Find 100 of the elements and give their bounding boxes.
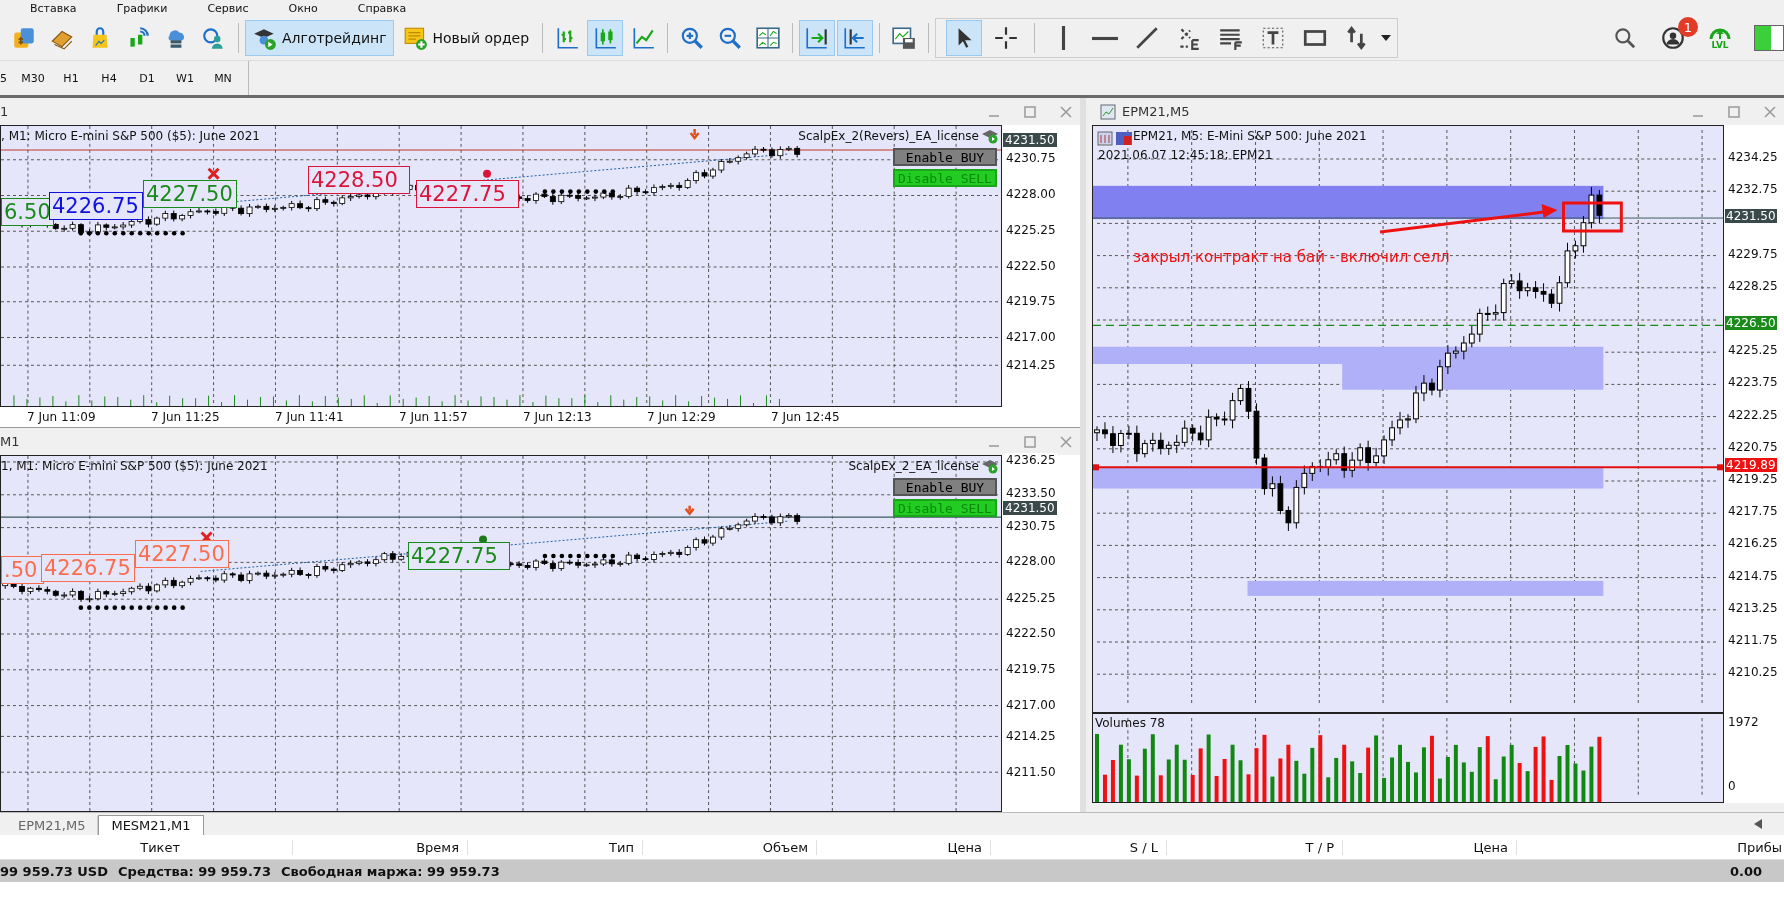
chart-timestamp: 2021.06.07 12:45:18; EPM21 [1098,148,1273,162]
price-label: .50 [1,556,44,584]
chart-info: , M1: Micro E-mini S&P 500 ($5): June 2021 [1,129,260,143]
menu-item[interactable]: Графики [116,1,168,15]
highlight-frame [1562,201,1623,233]
price-label: 4227.75 [408,542,510,570]
window-title: 1 [0,104,9,119]
price-label: 4227.75 [416,180,519,208]
price-tag: 4219.89 [1725,458,1777,473]
enable-buy-button[interactable]: Enable BUY [893,148,997,166]
column-header: Тип [468,839,643,855]
price-axis-label: 4214.25 [1005,729,1057,743]
price-label: 6.50 [1,198,54,226]
candlestick-button[interactable] [587,20,624,56]
menu-item[interactable]: Справка [357,1,407,15]
column-header: Прибы [1736,839,1783,855]
chart-tools-icon [1097,130,1133,146]
price-axis-label: 4234.25 [1727,150,1779,164]
price-axis-label: 4230.75 [1005,519,1057,533]
price-label: 4227.50 [143,180,237,208]
time-axis-label: 7 Jun 12:13 [523,410,592,424]
autoscroll-button[interactable] [799,20,836,56]
timeframe-button[interactable]: H1 [52,71,90,85]
menu-item[interactable]: Сервис [207,1,249,15]
enable-buy-button[interactable]: Enable BUY [893,478,997,496]
crosshair-icon [993,25,1020,51]
balance-text: 99 959.73 USD [0,863,109,879]
algo-trading-button[interactable]: Алготрейдинг [245,20,394,56]
price-axis-label: 4219.75 [1005,662,1057,676]
menu-item[interactable]: Вставка [30,1,77,15]
new-order-button[interactable]: Новый ордер [395,20,537,56]
price-label: 4226.75 [41,554,135,582]
price-axis-label: 4228.25 [1727,278,1779,293]
chart-window-icon [1100,103,1116,120]
time-axis-label: 7 Jun 11:57 [399,410,468,424]
price-axis-label: 4219.75 [1005,294,1057,308]
cursor-tool[interactable] [946,20,983,56]
zoom-out-icon [717,25,744,51]
column-header: S / L [991,839,1167,855]
chart-tab[interactable]: MESM21,M1 [98,815,204,835]
volume-axis-label: 0 [1727,779,1737,793]
graduation-cap-icon [981,458,999,474]
money-stack-icon [11,25,37,51]
price-axis-label: 4230.75 [1005,151,1057,165]
price-label: 4227.50 [135,540,229,568]
expert-label: ScalpEx_2(Revers)_EA_license [798,129,979,143]
price-axis-label: 4217.00 [1005,330,1057,344]
column-header: Тикет [0,839,293,855]
timeframe-button[interactable]: M30 [14,71,52,85]
down-arrow-icon [689,127,700,140]
column-header: T / P [1167,839,1343,855]
chart-shift-button[interactable] [837,20,874,56]
time-axis-label: 7 Jun 12:45 [771,410,840,424]
tile-windows-icon [755,25,782,51]
meter-icon [1754,25,1784,51]
volume-axis-label: 1972 [1727,715,1760,729]
timeframe-button[interactable]: W1 [166,71,204,85]
price-axis-label: 4213.25 [1727,600,1779,615]
price-axis-label: 4228.00 [1005,187,1057,201]
order-icon [402,25,429,51]
price-axis-label: 4214.75 [1727,568,1779,583]
chart-info: EPM21, M5: E-Mini S&P 500: June 2021 [1133,129,1367,143]
price-label: 4226.75 [49,192,143,220]
window-title: EPM21,M5 [1122,104,1190,119]
price-axis-label: 4225.25 [1005,591,1057,605]
timeframe-button[interactable]: D1 [128,71,166,85]
price-axis-label: 4228.00 [1005,554,1057,568]
equity-text: Средства: 99 959.73 [118,863,271,879]
timeframe-button[interactable]: 5 [0,71,14,85]
cross-marker-icon [207,167,221,181]
save-template-icon [891,25,918,51]
window-title: M1 [0,434,20,449]
timeframe-button[interactable]: H4 [90,71,128,85]
chart-info: 1, M1: Micro E-mini S&P 500 ($5): June 2021 [1,459,268,473]
price-axis-label: 4225.25 [1005,223,1057,237]
profit-text: 0.00 [1729,863,1762,879]
price-tag: 4226.50 [1725,316,1777,331]
price-axis-label: 4229.75 [1727,246,1779,261]
time-axis-label: 7 Jun 12:29 [647,410,716,424]
menu-item[interactable]: Окно [288,1,318,15]
price-axis-label: 4217.00 [1005,698,1057,712]
user-icon[interactable] [1660,25,1686,51]
zoom-in-icon [679,25,706,51]
column-header: Цена [1343,839,1517,855]
timeframe-button[interactable]: MN [204,71,242,85]
annotation-text: закрыл контракт на бай - включил селл [1133,248,1450,266]
price-axis-label: 4222.50 [1005,259,1057,273]
price-label: 4228.50 [308,166,410,194]
price-tag: 4231.50 [1725,209,1777,224]
volume-label: Volumes 78 [1095,716,1165,730]
price-axis-label: 4222.50 [1005,626,1057,640]
scroll-left-icon[interactable] [1754,819,1762,829]
caret-icon[interactable] [1381,35,1392,41]
search-icon[interactable] [1612,25,1638,51]
notification-badge: 1 [1678,17,1698,37]
price-axis-label: 4211.50 [1005,765,1057,779]
price-axis-label: 4214.25 [1005,358,1057,372]
arrow-up-icon [1708,26,1732,40]
current-price-tag: 4231.50 [1003,133,1057,148]
time-axis-label: 7 Jun 11:25 [151,410,220,424]
